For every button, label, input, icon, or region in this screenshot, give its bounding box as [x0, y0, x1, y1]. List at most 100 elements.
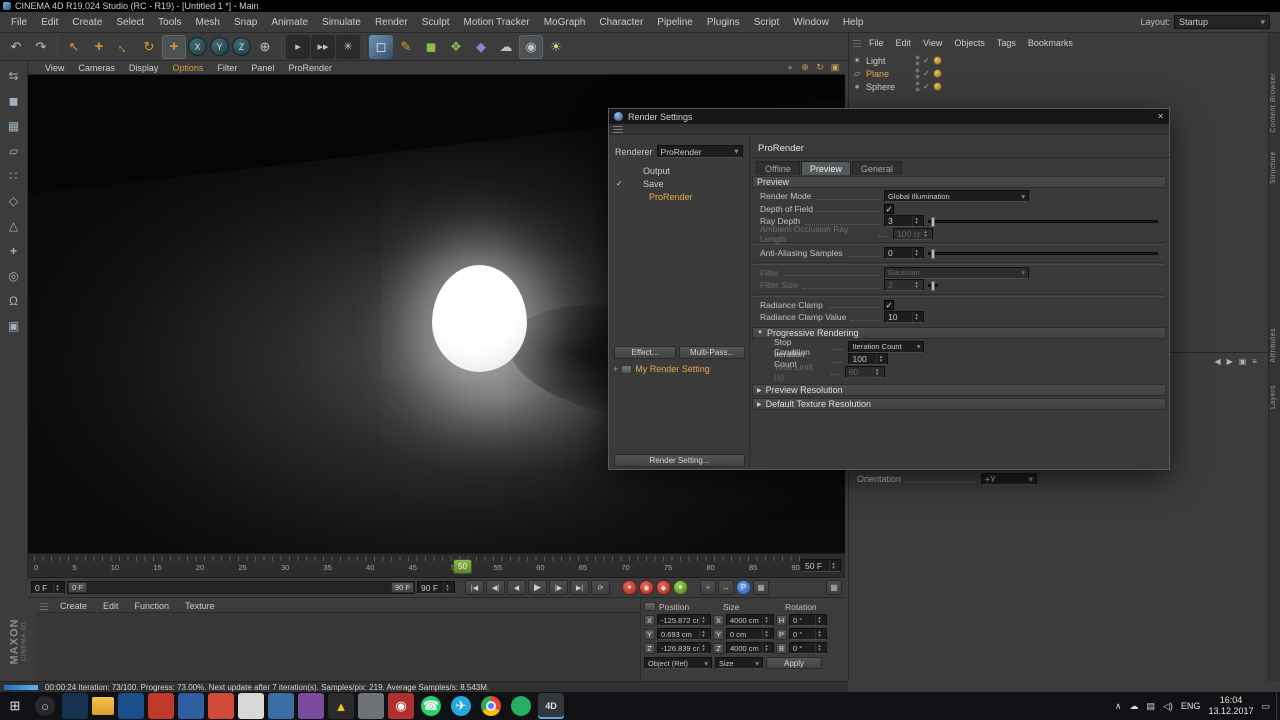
play-simulation-button[interactable]: ● — [673, 580, 688, 595]
render-settings-icon[interactable]: ✳ — [336, 35, 360, 59]
size-x-label[interactable]: X — [713, 615, 724, 626]
menubar-item[interactable]: Simulate — [315, 15, 368, 30]
apply-button[interactable]: Apply — [766, 657, 822, 669]
new-render-setting-button[interactable]: Render Setting... — [614, 454, 745, 467]
position-z-label[interactable]: Z — [644, 643, 655, 654]
goto-end-button[interactable]: ▶| — [570, 580, 589, 595]
start-button-icon[interactable]: ⊞ — [2, 693, 28, 719]
spinner-icon[interactable] — [829, 560, 837, 571]
render-setting-name[interactable]: My Render Setting — [635, 364, 710, 374]
taskbar-app-icon[interactable] — [298, 693, 324, 719]
menubar-item[interactable]: Motion Tracker — [457, 15, 537, 30]
glowing-sphere[interactable] — [432, 265, 527, 372]
taskbar-app-icon[interactable] — [208, 693, 234, 719]
loop-mode-button[interactable]: ⟳ — [591, 580, 610, 595]
tree-item-output[interactable]: Output — [643, 166, 670, 176]
aa-samples-slider[interactable] — [928, 252, 1158, 255]
rotation-b-field[interactable]: 0 ° — [789, 642, 827, 654]
record-parameter-toggle[interactable]: P — [736, 580, 751, 595]
viewport-menu-item[interactable]: Panel — [244, 62, 281, 74]
tray-language[interactable]: ENG — [1181, 701, 1201, 711]
spinner-icon[interactable] — [815, 643, 823, 653]
points-mode-icon[interactable]: ∷ — [2, 164, 26, 188]
spinner-icon[interactable] — [762, 643, 770, 653]
position-y-field[interactable]: 0.693 cm — [657, 628, 711, 640]
render-to-picture-viewer-icon[interactable]: ▸▸ — [311, 35, 335, 59]
make-editable-icon[interactable]: ⇆ — [2, 64, 26, 88]
tree-item-save[interactable]: Save — [643, 179, 664, 189]
range-end-handle[interactable]: 90 F — [391, 582, 414, 593]
material-manager-area[interactable] — [36, 613, 640, 681]
aa-samples-field[interactable]: 0 — [884, 247, 924, 259]
panel-grip-icon[interactable] — [40, 601, 48, 610]
dialog-grip[interactable] — [609, 124, 1169, 135]
visibility-dots[interactable] — [915, 81, 920, 92]
size-z-field[interactable]: 4000 cm — [726, 642, 774, 654]
spinner-icon[interactable] — [53, 582, 61, 593]
panel-menu-icon[interactable]: ≡ — [1252, 357, 1257, 366]
record-scale-toggle[interactable]: ↔ — [718, 580, 734, 595]
menubar-item[interactable]: Create — [65, 15, 109, 30]
material-menu-item[interactable]: Create — [52, 600, 95, 612]
undo-icon[interactable]: ↶ — [4, 35, 28, 59]
section-default-texture-resolution[interactable]: ▶ Default Texture Resolution — [752, 398, 1166, 410]
position-y-label[interactable]: Y — [644, 629, 655, 640]
spinner-icon[interactable] — [699, 615, 707, 625]
check-icon[interactable]: ✓ — [616, 179, 623, 188]
spinner-icon[interactable] — [443, 582, 451, 593]
spinner-icon[interactable] — [699, 629, 707, 639]
ray-depth-field[interactable]: 3 — [884, 215, 924, 227]
y-axis-lock-button[interactable]: Y — [210, 37, 229, 56]
enabled-check-icon[interactable]: ✓ — [923, 69, 930, 78]
multipass-button[interactable]: Multi-Pass... — [679, 346, 745, 359]
active-tool-icon[interactable]: + — [162, 35, 186, 59]
autokeying-button[interactable]: ◉ — [639, 580, 654, 595]
object-name[interactable]: Light — [866, 56, 912, 66]
keying-settings-button[interactable]: ▦ — [753, 580, 769, 595]
tray-cloud-icon[interactable]: ☁ — [1129, 701, 1138, 712]
taskbar-app-icon[interactable]: ◉ — [388, 693, 414, 719]
enable-axis-icon[interactable]: + — [2, 239, 26, 263]
play-button[interactable]: ▶ — [528, 580, 547, 595]
visibility-dots[interactable] — [915, 55, 920, 66]
scale-tool-icon[interactable]: ↔ — [107, 30, 141, 64]
whatsapp-icon[interactable]: ☎ — [421, 696, 441, 716]
taskbar-app-icon[interactable]: ▲ — [328, 693, 354, 719]
position-z-field[interactable]: -126.839 cm — [657, 642, 711, 654]
live-selection-tool-icon[interactable]: ↖ — [62, 35, 86, 59]
cinema4d-taskbar-icon[interactable]: 4D — [538, 693, 564, 719]
render-setting-row[interactable]: + My Render Setting — [613, 364, 710, 374]
camera-icon[interactable]: ◉ — [519, 35, 543, 59]
viewport-menu-item[interactable]: Cameras — [71, 62, 122, 74]
taskbar-app-icon[interactable] — [178, 693, 204, 719]
spinner-icon[interactable] — [699, 643, 707, 653]
orientation-select[interactable]: +Y ▾ — [981, 473, 1037, 485]
prorender-tab[interactable]: Offline — [756, 161, 800, 175]
preview-range-slider[interactable]: 0 F 90 F — [67, 581, 415, 594]
cortana-icon[interactable]: ○ — [35, 696, 55, 716]
dialog-titlebar[interactable]: Render Settings ✕ — [609, 109, 1169, 124]
viewport-zoom-icon[interactable]: ⊕ — [799, 62, 811, 73]
menubar-item[interactable]: Plugins — [700, 15, 747, 30]
tray-network-icon[interactable]: ▤ — [1146, 701, 1155, 712]
object-tag-icon[interactable] — [933, 56, 942, 65]
menubar-item[interactable]: Render — [368, 15, 415, 30]
spinner-icon[interactable] — [762, 615, 770, 625]
add-cube-icon[interactable]: ◻ — [369, 35, 393, 59]
tray-volume-icon[interactable]: ◁) — [1163, 701, 1173, 712]
previous-key-button[interactable]: ◀| — [486, 580, 505, 595]
timeline-ruler[interactable]: 051015202530354045505560657075808590 50 … — [28, 553, 845, 578]
viewport-pan-icon[interactable]: + — [784, 62, 796, 73]
rotation-h-field[interactable]: 0 ° — [789, 614, 827, 626]
snapping-icon[interactable]: Ω — [2, 289, 26, 313]
layout-select[interactable]: Startup ▾ — [1174, 15, 1270, 29]
show-desktop-button[interactable] — [1276, 692, 1280, 720]
telegram-icon[interactable]: ✈ — [451, 696, 471, 716]
prorender-tab[interactable]: Preview — [801, 161, 851, 175]
spinner-icon[interactable] — [876, 354, 884, 364]
rotation-h-label[interactable]: H — [776, 615, 787, 626]
object-manager-menu-item[interactable]: Tags — [991, 37, 1022, 49]
deformer-icon[interactable]: ◆ — [469, 35, 493, 59]
model-mode-icon[interactable]: ◼ — [2, 89, 26, 113]
menubar-item[interactable]: Edit — [34, 15, 65, 30]
